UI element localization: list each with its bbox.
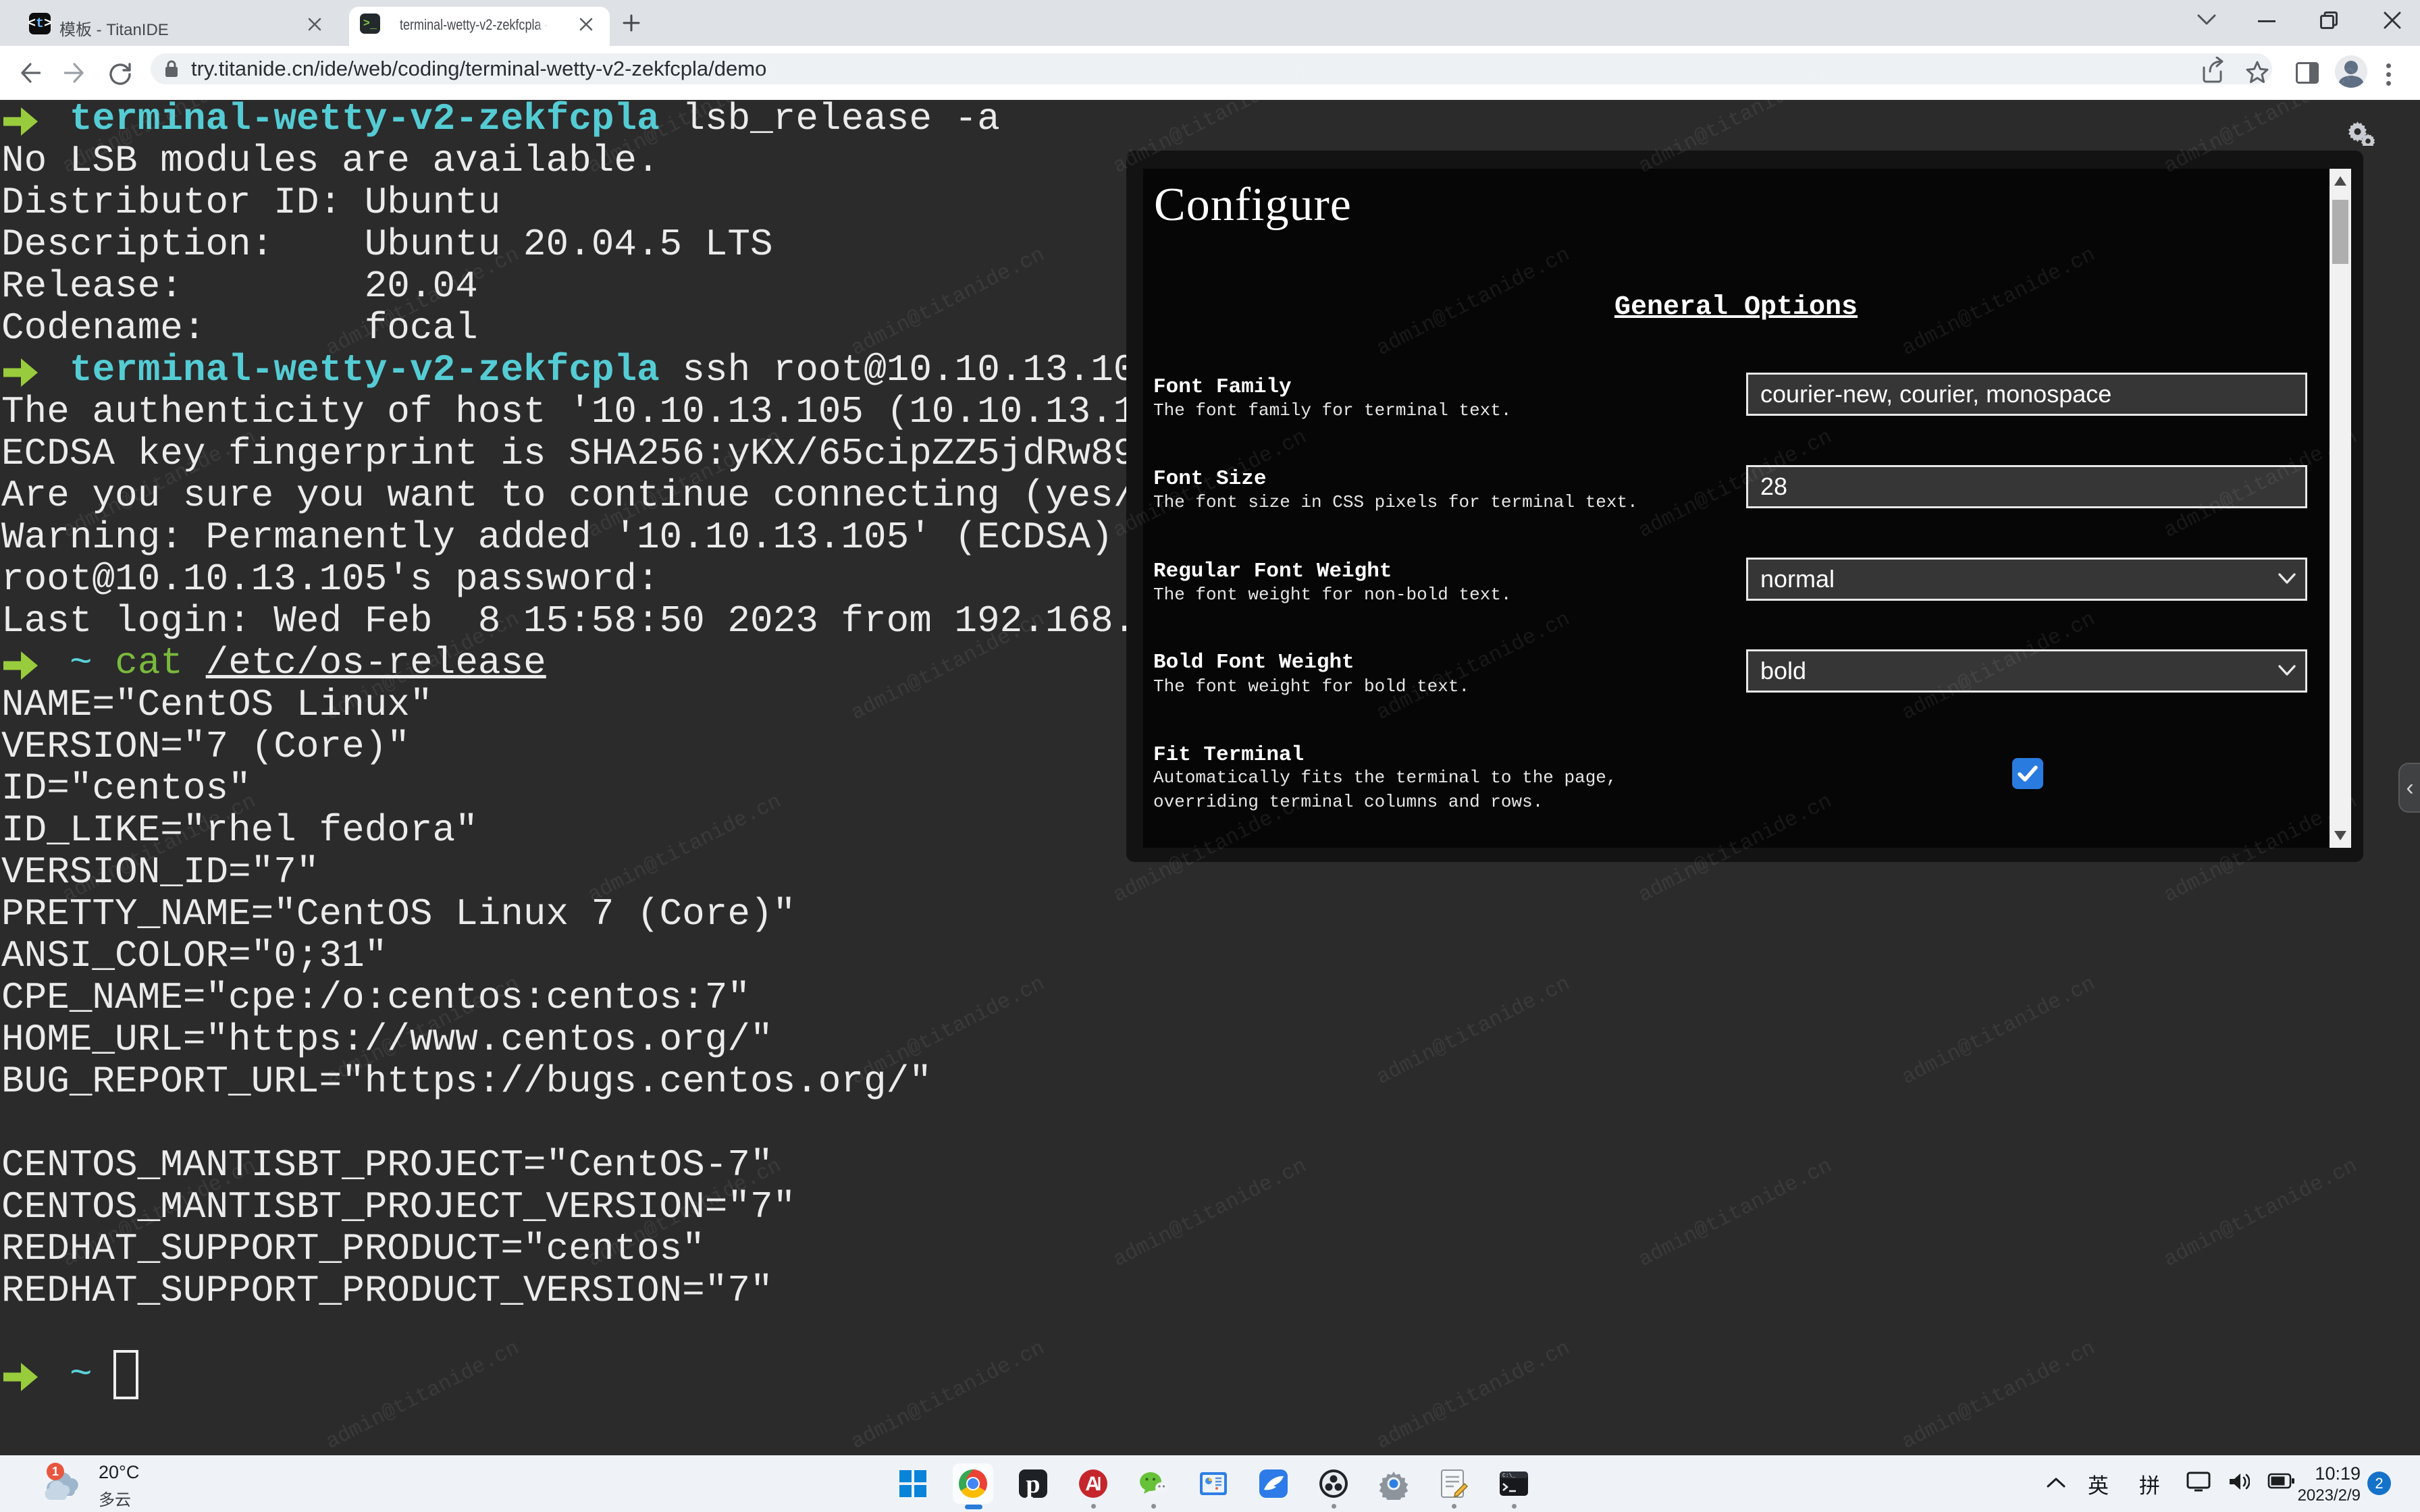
svg-text:C:\_: C:\_ bbox=[1502, 1473, 1515, 1479]
svg-text:A: A bbox=[1085, 1473, 1100, 1495]
svg-text:p: p bbox=[1026, 1470, 1040, 1498]
svg-text:1: 1 bbox=[52, 1465, 59, 1478]
